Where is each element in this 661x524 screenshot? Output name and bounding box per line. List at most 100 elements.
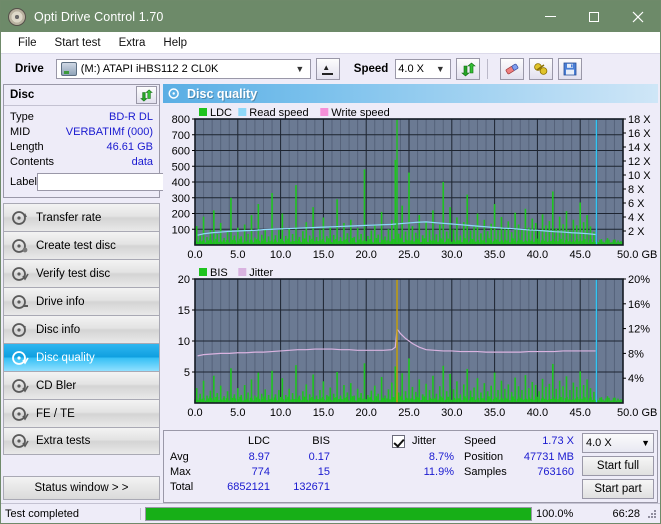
stats-speed-select[interactable]: 4.0 X ▼	[582, 433, 654, 453]
svg-text:4 X: 4 X	[628, 212, 645, 224]
disc-panel-title: Disc	[10, 89, 35, 101]
stats-panel: LDC BIS Avg Max Total 8.97 774 6852121 0…	[163, 430, 658, 503]
disc-label-key: Label	[10, 176, 37, 188]
resize-grip-icon[interactable]	[646, 508, 658, 520]
disc-value-contents: data	[131, 155, 153, 168]
stats-row-total: Total	[170, 481, 194, 493]
disc-refresh-button[interactable]	[136, 86, 157, 104]
sidebar: Disc Type BD-R DL MID VERBATIMf (000) Le…	[3, 84, 240, 503]
sidebar-item-disc-info[interactable]: Disc info	[3, 315, 160, 343]
title-bar: Opti Drive Control 1.70	[1, 1, 660, 32]
window-controls	[528, 1, 660, 32]
bis-jitter-chart[interactable]: BIS Jitter 5 10 15 20 4% 8% 12% 16% 20% 0.0 5.0 10.0 1…	[163, 263, 661, 421]
drive-select[interactable]: (M:) ATAPI iHBS112 2 CL0K ▼	[55, 59, 311, 79]
svg-text:5.0: 5.0	[230, 407, 245, 419]
stats-row-max: Max	[170, 466, 191, 478]
disc-quality-icon	[168, 88, 179, 99]
svg-text:300: 300	[172, 193, 190, 205]
svg-text:12 X: 12 X	[628, 156, 651, 168]
stats-bis-avg: 0.17	[308, 451, 330, 463]
disc-key-mid: MID	[10, 125, 31, 138]
stats-bis-total: 132671	[293, 481, 330, 493]
sidebar-item-extra-tests[interactable]: Extra tests	[3, 427, 160, 455]
refresh-icon	[460, 62, 476, 76]
sidebar-item-disc-quality[interactable]: Disc quality	[3, 343, 160, 371]
svg-text:8 X: 8 X	[628, 184, 645, 196]
sidebar-item-cd-bler[interactable]: CD Bler	[3, 371, 160, 399]
sidebar-item-drive-info[interactable]: Drive info	[3, 287, 160, 315]
close-icon[interactable]	[616, 1, 660, 32]
svg-text:40.0: 40.0	[527, 407, 548, 419]
jitter-checkbox[interactable]	[392, 435, 405, 448]
sidebar-item-fe-te[interactable]: FE / TE	[3, 399, 160, 427]
tools-button[interactable]	[529, 58, 554, 80]
erase-button[interactable]	[500, 58, 525, 80]
stats-position-value: 47731 MB	[523, 451, 574, 463]
menu-item-start-test[interactable]: Start test	[46, 35, 110, 51]
stats-row-avg: Avg	[170, 451, 189, 463]
sidebar-item-label: Drive info	[36, 295, 85, 308]
content-area: Disc quality LDC Read speed Write speed 100…	[163, 84, 658, 503]
svg-text:35.0: 35.0	[484, 407, 505, 419]
tools-icon	[534, 63, 548, 75]
start-part-button[interactable]: Start part	[582, 479, 654, 499]
menu-item-extra[interactable]: Extra	[110, 35, 155, 51]
disc-extra-icon	[12, 434, 29, 448]
content-title: Disc quality	[187, 86, 258, 101]
maximize-icon[interactable]	[572, 1, 616, 32]
svg-text:12%: 12%	[628, 324, 650, 336]
minimize-icon[interactable]	[528, 1, 572, 32]
eraser-icon	[505, 63, 519, 75]
svg-text:8%: 8%	[628, 348, 644, 360]
disc-row-contents: Contents data	[10, 154, 153, 169]
svg-text:10.0: 10.0	[270, 407, 291, 419]
sidebar-item-label: FE / TE	[36, 407, 75, 420]
chevron-down-icon: ▼	[435, 64, 445, 74]
refresh-button[interactable]	[456, 58, 481, 80]
svg-text:10 X: 10 X	[628, 170, 651, 182]
eject-button[interactable]: ▲	[315, 58, 340, 80]
svg-text:30.0: 30.0	[441, 249, 462, 261]
save-button[interactable]	[558, 58, 583, 80]
eject-icon: ▲	[322, 63, 334, 75]
sidebar-item-label: Disc info	[36, 323, 81, 336]
main-body: Disc Type BD-R DL MID VERBATIMf (000) Le…	[1, 84, 660, 503]
stats-samples-value: 763160	[537, 466, 574, 478]
svg-text:500: 500	[172, 161, 190, 173]
sidebar-nav: Transfer rate Create test disc Verify te…	[3, 203, 160, 455]
svg-text:200: 200	[172, 209, 190, 221]
stats-speed-select-value: 4.0 X	[586, 437, 612, 449]
svg-text:100: 100	[172, 224, 190, 236]
ldc-read-speed-chart[interactable]: LDC Read speed Write speed 100 200 300 400 500 6…	[163, 103, 661, 263]
svg-text:0.0: 0.0	[187, 407, 202, 419]
status-window-button[interactable]: Status window > >	[3, 476, 160, 500]
app-window: Opti Drive Control 1.70 File Start test …	[0, 0, 661, 524]
menu-item-file[interactable]: File	[9, 35, 46, 51]
sidebar-item-label: Transfer rate	[36, 211, 102, 224]
sidebar-item-create-test-disc[interactable]: Create test disc	[3, 231, 160, 259]
svg-text:16 X: 16 X	[628, 128, 651, 140]
svg-text:15.0: 15.0	[313, 407, 334, 419]
svg-text:10: 10	[178, 336, 190, 348]
menu-item-help[interactable]: Help	[154, 35, 196, 51]
stats-col-bis: BIS	[312, 435, 330, 447]
status-bar: Test completed 100.0% 66:28	[1, 503, 660, 523]
stats-position-label: Position	[464, 451, 504, 463]
status-text: Test completed	[1, 507, 141, 520]
svg-text:18 X: 18 X	[628, 114, 651, 126]
drive-label: Drive	[15, 63, 44, 75]
drive-icon	[60, 62, 77, 76]
stats-jitter-max: 11.9%	[423, 466, 454, 478]
sidebar-item-transfer-rate[interactable]: Transfer rate	[3, 203, 160, 231]
stats-samples-label: Samples	[464, 466, 507, 478]
disc-bler-icon	[12, 378, 29, 393]
svg-text:LDC: LDC	[210, 107, 232, 119]
svg-text:Jitter: Jitter	[249, 267, 273, 279]
sidebar-item-verify-test-disc[interactable]: Verify test disc	[3, 259, 160, 287]
svg-text:30.0: 30.0	[441, 407, 462, 419]
svg-text:50.0 GB: 50.0 GB	[617, 249, 657, 261]
start-full-button[interactable]: Start full	[582, 456, 654, 476]
speed-select[interactable]: 4.0 X ▼	[395, 59, 452, 79]
svg-text:15.0: 15.0	[313, 249, 334, 261]
sidebar-item-label: Extra tests	[36, 435, 91, 447]
